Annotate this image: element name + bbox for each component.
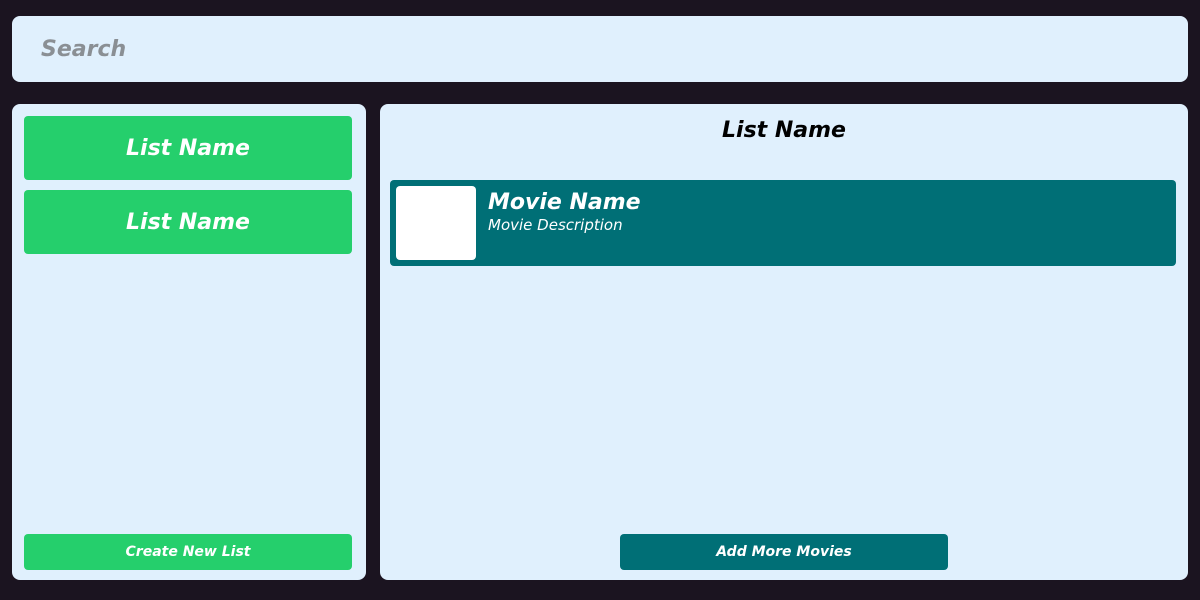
search-input[interactable] — [12, 16, 1188, 82]
add-more-movies-button[interactable]: Add More Movies — [620, 534, 948, 570]
list-item[interactable]: List Name — [24, 190, 352, 254]
add-more-movies-label: Add More Movies — [716, 544, 852, 560]
movie-description: Movie Description — [488, 216, 623, 234]
list-item[interactable]: List Name — [24, 116, 352, 180]
list-title: List Name — [722, 118, 846, 143]
lists-sidebar: List Name List Name Create New List — [12, 104, 366, 580]
movie-card[interactable]: Movie Name Movie Description — [390, 180, 1176, 266]
list-item-label: List Name — [126, 209, 250, 235]
create-new-list-button[interactable]: Create New List — [24, 534, 352, 570]
list-item-label: List Name — [126, 135, 250, 161]
create-new-list-label: Create New List — [125, 544, 251, 560]
search-bar — [12, 16, 1188, 82]
list-detail-panel: List Name Movie Name Movie Description A… — [380, 104, 1188, 580]
movie-thumbnail — [396, 186, 476, 260]
movie-name: Movie Name — [488, 190, 641, 215]
